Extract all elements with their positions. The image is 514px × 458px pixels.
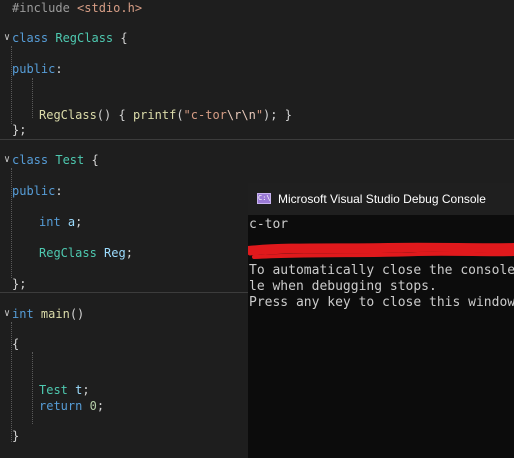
console-output-line: le when debugging stops. xyxy=(249,279,437,294)
keyword: class xyxy=(12,153,49,167)
class-name: RegClass xyxy=(55,31,114,45)
brace: { xyxy=(118,108,126,122)
semicolon: ; xyxy=(75,215,83,229)
semicolon: ; xyxy=(96,399,105,413)
class-name: Test xyxy=(55,153,85,167)
type-name: RegClass xyxy=(39,246,97,260)
console-output-line: To automatically close the console when … xyxy=(249,263,514,278)
code-line-include: #include <stdio.h> xyxy=(12,0,142,16)
fold-chevron-icon[interactable]: ∨ xyxy=(2,30,12,46)
code-separator xyxy=(0,139,514,140)
console-title: Microsoft Visual Studio Debug Console xyxy=(278,192,486,206)
code-line-public: public: xyxy=(12,183,63,199)
return-keyword: return xyxy=(39,399,83,413)
console-output-line: Press any key to close this window . . . xyxy=(249,295,514,310)
brace: }; xyxy=(12,123,27,137)
constructor-name: RegClass xyxy=(39,108,97,122)
include-header: <stdio.h> xyxy=(77,1,143,15)
code-line-public: public: xyxy=(12,61,63,77)
escape-sequence: \n xyxy=(241,108,256,122)
redaction-stroke xyxy=(252,251,514,259)
parens: () xyxy=(69,307,85,321)
brace: { xyxy=(120,31,128,45)
escape-sequence: \r xyxy=(226,108,242,122)
colon: : xyxy=(55,62,63,76)
semicolon: ; xyxy=(125,246,133,260)
code-line-open-brace: { xyxy=(12,336,19,352)
paren: ( xyxy=(176,108,184,122)
code-line-declaration: Test t; xyxy=(39,382,90,398)
code-line-class-test: class Test { xyxy=(12,152,99,168)
brace: }; xyxy=(12,277,27,291)
brace: } xyxy=(12,429,20,443)
code-line-return: return 0; xyxy=(39,398,104,414)
brace: { xyxy=(91,153,99,167)
redaction-scribble xyxy=(248,242,514,259)
member-name: Reg xyxy=(104,246,126,260)
code-line-member-int: int a; xyxy=(39,214,82,230)
fold-chevron-icon[interactable]: ∨ xyxy=(2,152,12,168)
console-output-line: c-tor xyxy=(249,217,289,232)
brace: { xyxy=(12,337,20,351)
parens: () xyxy=(96,108,112,122)
type-name: Test xyxy=(39,383,68,397)
code-line-member-regclass: RegClass Reg; xyxy=(39,245,133,261)
fold-chevron-icon[interactable]: ∨ xyxy=(2,306,12,322)
code-line-main: int main() xyxy=(12,306,84,322)
console-app-icon: C:\ xyxy=(257,193,271,204)
type-keyword: int xyxy=(12,307,34,321)
type-keyword: int xyxy=(39,215,61,229)
console-titlebar[interactable]: C:\ Microsoft Visual Studio Debug Consol… xyxy=(248,183,514,215)
keyword: class xyxy=(12,31,49,45)
code-line-class-close: }; xyxy=(12,276,26,292)
string-quote: " xyxy=(255,108,264,122)
code-line-class-close: }; xyxy=(12,122,26,138)
string-literal: "c-tor xyxy=(183,108,227,122)
debug-console-window[interactable]: C:\ Microsoft Visual Studio Debug Consol… xyxy=(248,183,514,458)
call-close: ); xyxy=(263,108,278,122)
access-specifier: public xyxy=(12,184,56,198)
function-name: main xyxy=(40,307,70,321)
brace: } xyxy=(284,108,292,122)
code-line-close-brace: } xyxy=(12,428,19,444)
code-line-class-regclass: class RegClass { xyxy=(12,30,128,46)
indent-guide xyxy=(11,46,12,124)
code-line-constructor: RegClass() { printf("c-tor\r\n"); } xyxy=(39,107,292,123)
semicolon: ; xyxy=(82,383,90,397)
access-specifier: public xyxy=(12,62,56,76)
indent-guide xyxy=(32,78,33,118)
colon: : xyxy=(55,184,63,198)
indent-guide xyxy=(32,352,33,424)
number-literal: 0 xyxy=(89,399,97,413)
preprocessor-directive: #include xyxy=(12,1,70,15)
function-call: printf xyxy=(132,108,177,122)
